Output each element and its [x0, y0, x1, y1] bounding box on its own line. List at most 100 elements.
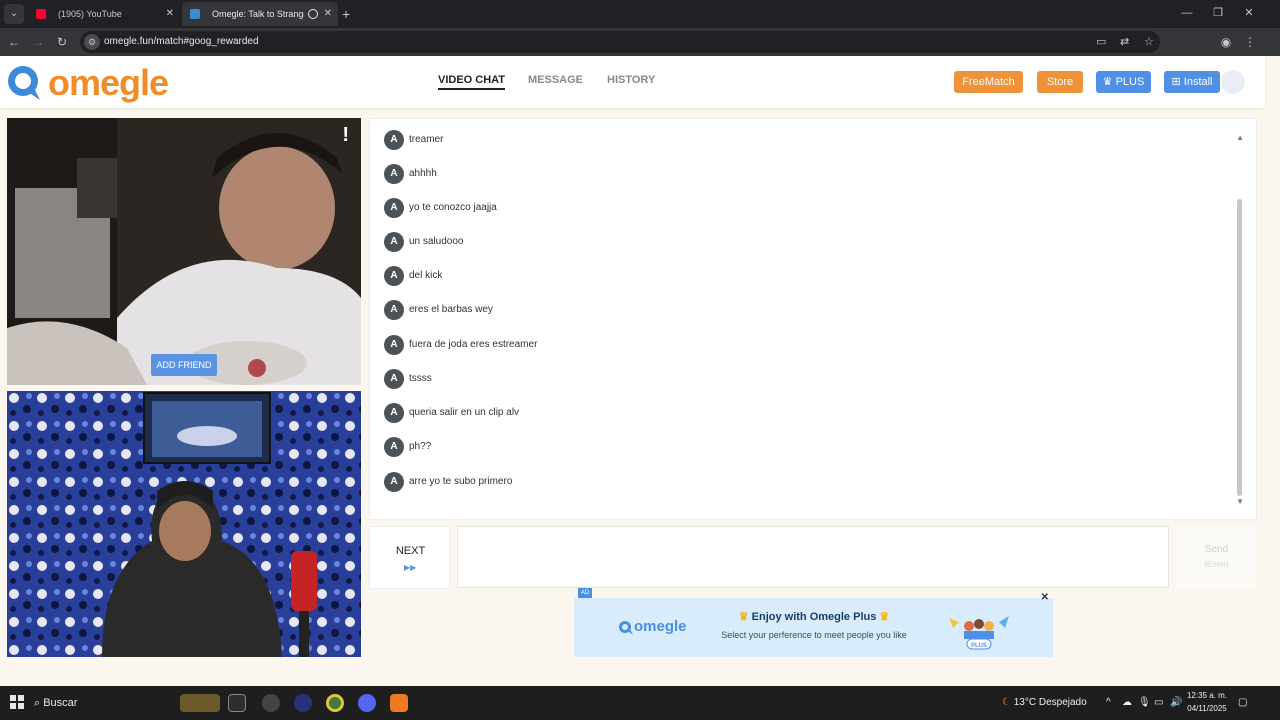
cloud-icon[interactable]: ☁ [1122, 686, 1132, 720]
add-friend-button[interactable]: ADD FRIEND [151, 354, 217, 376]
chrome-icon[interactable] [326, 694, 344, 712]
chat-message-text: eres el barbas wey [409, 304, 493, 315]
volume-icon[interactable]: 🔊 [1170, 686, 1182, 720]
nav-message[interactable]: MESSAGE [528, 74, 583, 86]
close-window-icon[interactable]: ✕ [1234, 4, 1264, 22]
tab-search-button[interactable]: ⌄ [4, 4, 24, 24]
omegle-plus-ad[interactable]: AD ✕ omegle ♛ Enjoy with Omegle Plus ♛ S… [574, 588, 1053, 657]
chat-message-text: treamer [409, 134, 444, 145]
network-icon[interactable]: ▭ [1154, 686, 1163, 720]
stranger-badge: A [384, 369, 404, 389]
install-button-label: Install [1183, 76, 1213, 88]
menu-kebab-icon[interactable]: ⋮ [1240, 32, 1260, 52]
youtube-icon [36, 9, 46, 19]
site-info-icon[interactable]: ⚙ [84, 34, 100, 50]
minimize-icon[interactable]: — [1172, 4, 1202, 22]
new-tab-icon[interactable]: + [342, 4, 350, 24]
crown-icon: ♛ [738, 611, 752, 623]
browser-tab-omegle[interactable]: Omegle: Talk to Strangers v ✕ [182, 2, 338, 26]
app-icon[interactable] [294, 694, 312, 712]
address-bar[interactable]: ⚙ omegle.fun/match#goog_rewarded ☆ ⇄ ▭ [80, 31, 1160, 53]
browser-tab-youtube[interactable]: (1905) YouTube ✕ [28, 2, 180, 26]
crown-icon: ♛ [1102, 76, 1116, 88]
scroll-down-icon[interactable]: ▼ [1236, 497, 1244, 506]
discord-icon[interactable] [358, 694, 376, 712]
stranger-video: ! ADD FRIEND [7, 118, 361, 385]
chat-log[interactable]: A treamer A ahhhh A yo te conozco jaajja… [369, 118, 1257, 520]
ad-title: ♛ Enjoy with Omegle Plus ♛ [714, 610, 914, 623]
stranger-badge: A [384, 437, 404, 457]
report-icon[interactable]: ! [342, 124, 349, 147]
taskbar-news-widget[interactable] [180, 694, 220, 712]
tab-label: (1905) YouTube [58, 9, 122, 19]
send-shortcut-hint: (Enter) [1204, 560, 1229, 569]
windows-start-icon[interactable] [10, 695, 24, 709]
bookmark-star-icon[interactable]: ☆ [1144, 31, 1154, 53]
recording-indicator-icon [308, 9, 318, 19]
nav-history[interactable]: HISTORY [607, 74, 655, 86]
forward-icon[interactable]: → [28, 32, 48, 52]
omegle-logo[interactable]: omegle [6, 62, 169, 103]
self-video-frame [7, 391, 361, 657]
freematch-button[interactable]: FreeMatch [954, 71, 1023, 93]
store-button[interactable]: Store [1037, 71, 1083, 93]
site-header: omegle VIDEO CHAT MESSAGE HISTORY FreeMa… [0, 56, 1265, 108]
user-avatar[interactable] [1221, 70, 1245, 94]
crown-icon: ♛ [876, 611, 890, 623]
chat-message-text: un saludooo [409, 236, 464, 247]
weather-widget[interactable]: ☾ 13°C Despejado [1002, 686, 1087, 720]
ad-subtitle: Select your perference to meet people yo… [721, 630, 907, 640]
translate-icon[interactable]: ⇄ [1120, 31, 1129, 53]
plus-button-label: PLUS [1115, 76, 1145, 88]
search-icon: ⌕ [34, 697, 44, 709]
microphone-icon[interactable]: 🎙 [1138, 686, 1151, 720]
reload-icon[interactable]: ↻ [52, 32, 72, 52]
tab-label: Omegle: Talk to Strangers v [212, 9, 304, 19]
stranger-badge: A [384, 130, 404, 150]
ad-people-illustration: PLUS [949, 616, 1009, 650]
close-tab-icon[interactable]: ✕ [324, 2, 332, 26]
show-hidden-icons-icon[interactable]: ^ [1106, 686, 1111, 720]
scroll-up-icon[interactable]: ▲ [1236, 133, 1244, 142]
app-icon[interactable] [390, 694, 408, 712]
obs-icon[interactable] [262, 694, 280, 712]
omegle-icon [190, 9, 200, 19]
stranger-badge: A [384, 266, 404, 286]
notifications-icon[interactable]: ▢ [1238, 686, 1247, 720]
next-button[interactable]: NEXT ▶▶ [369, 526, 450, 589]
send-button[interactable]: Send (Enter) [1176, 526, 1257, 588]
stranger-video-frame [7, 118, 361, 385]
browser-toolbar: ← → ↻ ⚙ omegle.fun/match#goog_rewarded ☆… [0, 28, 1280, 56]
taskbar-clock[interactable]: 12:35 a. m. 04/11/2025 [1186, 689, 1228, 715]
omegle-logo-icon [8, 66, 40, 100]
clock-date: 04/11/2025 [1187, 704, 1227, 713]
taskbar-search[interactable]: ⌕ Buscar [34, 686, 77, 720]
close-tab-icon[interactable]: ✕ [166, 2, 174, 26]
task-view-icon[interactable] [228, 694, 246, 712]
cast-icon[interactable]: ▭ [1096, 31, 1106, 53]
chat-scrollbar[interactable] [1237, 199, 1242, 496]
profile-icon[interactable]: ◉ [1216, 32, 1236, 52]
stranger-badge: A [384, 232, 404, 252]
ad-art-badge: PLUS [971, 643, 987, 649]
ad-close-icon[interactable]: ✕ [1041, 592, 1049, 603]
install-button[interactable]: ⊞ Install [1164, 71, 1220, 93]
nav-video-chat[interactable]: VIDEO CHAT [438, 74, 506, 90]
windows-taskbar: ⌕ Buscar ☾ 13°C Despejado ^ ☁ 🎙 ▭ 🔊 12:3… [0, 686, 1280, 720]
stranger-badge: A [384, 164, 404, 184]
ad-logo-wordmark: omegle [634, 618, 687, 635]
stranger-badge: A [384, 472, 404, 492]
back-icon[interactable]: ← [4, 32, 24, 52]
chat-message-text: del kick [409, 270, 443, 281]
chat-message-text: queria salir en un clip alv [409, 407, 520, 418]
chat-message-text: fuera de joda eres estreamer [409, 339, 538, 350]
taskbar-search-label: Buscar [43, 697, 78, 709]
message-input[interactable] [457, 526, 1169, 588]
stranger-badge: A [384, 198, 404, 218]
plus-button[interactable]: ♛ PLUS [1096, 71, 1151, 93]
maximize-icon[interactable]: ❐ [1203, 4, 1233, 22]
stranger-badge: A [384, 403, 404, 423]
omegle-logo-icon [619, 621, 633, 635]
logo-wordmark: omegle [48, 62, 169, 103]
clock-time: 12:35 a. m. [1186, 691, 1228, 700]
